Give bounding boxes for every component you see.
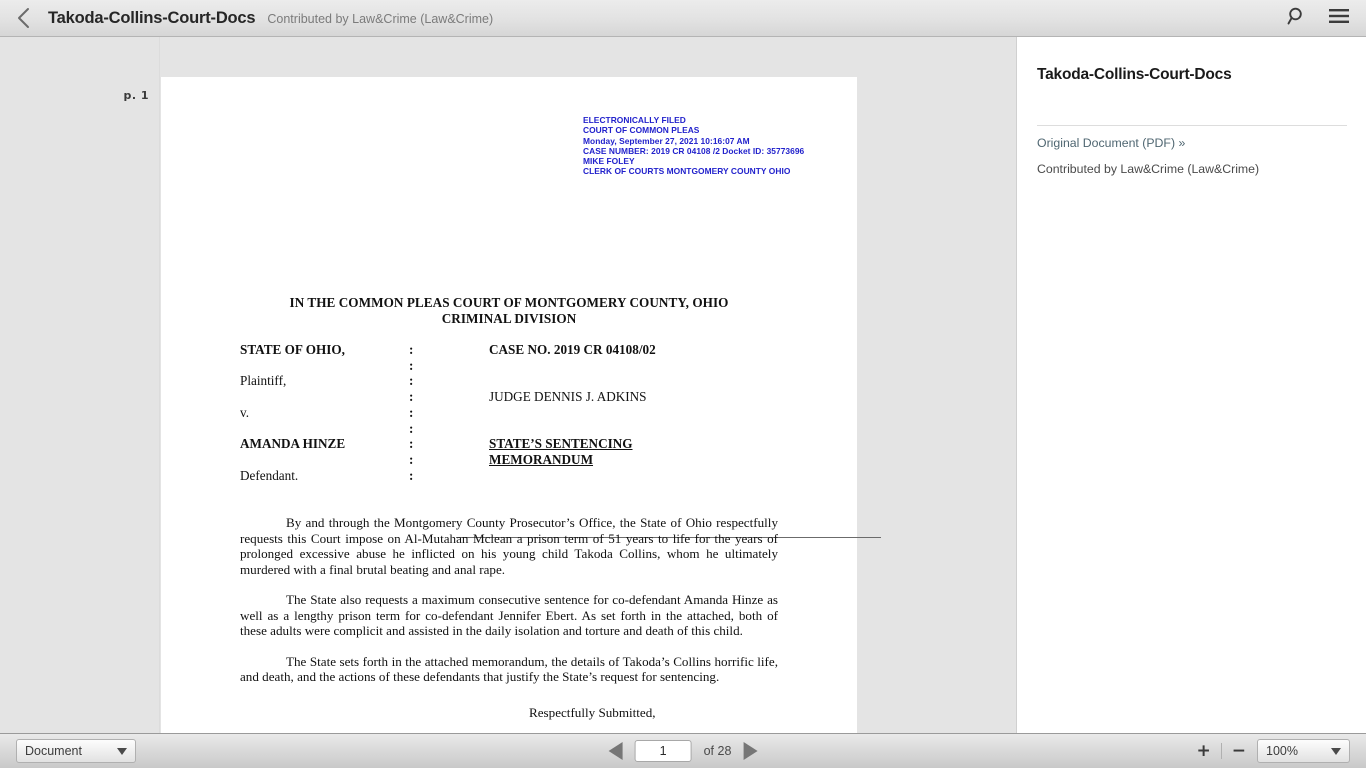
caption-defendant-party: AMANDA HINZE xyxy=(240,436,346,452)
sidebar-contributed-by: Contributed by Law&Crime (Law&Crime) xyxy=(1037,162,1260,176)
page-number-input[interactable] xyxy=(634,740,692,762)
caption-colon: : xyxy=(409,404,414,420)
document-mode-select[interactable]: Document xyxy=(16,739,136,763)
original-document-link[interactable]: Original Document (PDF) » xyxy=(1037,136,1185,150)
caption-spacer xyxy=(161,421,409,437)
caption-colon: : xyxy=(409,436,414,452)
search-button[interactable] xyxy=(1284,5,1310,31)
document-page: ELECTRONICALLY FILED COURT OF COMMON PLE… xyxy=(161,77,881,733)
page-number-label: p. 1 xyxy=(123,89,149,102)
case-caption: STATE OF OHIO, : CASE NO. 2019 CR 04108/… xyxy=(161,342,881,538)
caption-row: : xyxy=(161,358,857,374)
zoom-in-button[interactable]: + xyxy=(1197,742,1211,760)
caption-spacer xyxy=(161,389,409,405)
caption-row: AMANDA HINZE : STATE’S SENTENCING xyxy=(161,436,857,452)
zoom-level-value: 100% xyxy=(1266,744,1298,758)
caption-spacer xyxy=(489,373,857,389)
caption-colon: : xyxy=(409,357,414,373)
caption-row: STATE OF OHIO, : CASE NO. 2019 CR 04108/… xyxy=(161,342,857,358)
signature-closing: Respectfully Submitted, xyxy=(529,705,656,720)
court-heading: IN THE COMMON PLEAS COURT OF MONTGOMERY … xyxy=(161,295,857,326)
caption-defendant-role: Defendant. xyxy=(240,467,299,483)
hamburger-menu-icon xyxy=(1328,7,1350,30)
caption-plaintiff-role: Plaintiff, xyxy=(240,373,287,389)
previous-page-button[interactable] xyxy=(608,742,623,760)
signature-gap xyxy=(529,721,691,733)
caption-table: STATE OF OHIO, : CASE NO. 2019 CR 04108/… xyxy=(161,342,857,483)
zoom-out-button[interactable]: − xyxy=(1232,742,1246,760)
caption-plaintiff-party: STATE OF OHIO, xyxy=(240,342,345,357)
body-paragraph: The State sets forth in the attached mem… xyxy=(240,653,778,685)
caption-row: Plaintiff, : xyxy=(161,373,857,389)
chevron-down-icon xyxy=(117,747,127,755)
caption-row: : MEMORANDUM xyxy=(161,452,857,468)
zoom-separator xyxy=(1220,743,1222,759)
stamp-line-5: MIKE FOLEY xyxy=(583,156,635,167)
caption-spacer xyxy=(489,468,857,484)
court-heading-line-2: CRIMINAL DIVISION xyxy=(441,310,577,326)
sidebar-document-title: Takoda-Collins-Court-Docs xyxy=(1037,66,1232,83)
caption-spacer xyxy=(489,405,857,421)
body-paragraph: The State also requests a maximum consec… xyxy=(240,592,778,638)
caption-colon: : xyxy=(409,389,414,405)
caption-spacer xyxy=(161,452,409,468)
stamp-line-6: CLERK OF COURTS MONTGOMERY COUNTY OHIO xyxy=(583,166,791,177)
chevron-down-icon xyxy=(1331,747,1341,755)
header-contributed-by: Contributed by Law&Crime (Law&Crime) xyxy=(267,12,494,26)
stamp-line-3: Monday, September 27, 2021 10:16:07 AM xyxy=(583,135,750,146)
caption-colon: : xyxy=(409,467,414,483)
caption-colon: : xyxy=(409,451,414,467)
caption-spacer xyxy=(489,358,857,374)
court-heading-line-1: IN THE COMMON PLEAS COURT OF MONTGOMERY … xyxy=(289,295,729,310)
caption-judge: JUDGE DENNIS J. ADKINS xyxy=(489,389,647,405)
header-actions xyxy=(1284,5,1366,31)
next-page-button[interactable] xyxy=(743,742,758,760)
caption-row: v. : xyxy=(161,405,857,421)
app-header: Takoda-Collins-Court-Docs Contributed by… xyxy=(0,0,1366,37)
chevron-left-icon xyxy=(17,7,30,29)
caption-document-title-line-2: MEMORANDUM xyxy=(489,451,594,467)
caption-colon: : xyxy=(409,373,414,389)
document-body: By and through the Montgomery County Pro… xyxy=(240,515,778,700)
pagination-controls: of 28 xyxy=(608,740,758,762)
info-sidebar: Takoda-Collins-Court-Docs Original Docum… xyxy=(1016,37,1366,768)
caption-row: : xyxy=(161,421,857,437)
caption-row: Defendant. : xyxy=(161,468,857,484)
caption-colon: : xyxy=(409,342,414,357)
page-total-label: of 28 xyxy=(703,744,732,758)
body-paragraph: By and through the Montgomery County Pro… xyxy=(240,515,778,577)
back-button[interactable] xyxy=(0,0,46,36)
sidebar-divider xyxy=(1037,125,1347,126)
document-viewer[interactable]: p. 1 ELECTRONICALLY FILED COURT OF COMMO… xyxy=(0,37,1016,733)
stamp-line-1: ELECTRONICALLY FILED xyxy=(583,115,686,125)
caption-row: : JUDGE DENNIS J. ADKINS xyxy=(161,389,857,405)
caption-spacer xyxy=(489,421,857,437)
caption-colon: : xyxy=(409,420,414,436)
stamp-line-2: COURT OF COMMON PLEAS xyxy=(583,125,700,136)
electronic-filing-stamp: ELECTRONICALLY FILED COURT OF COMMON PLE… xyxy=(583,115,804,177)
zoom-controls: + − xyxy=(1197,742,1246,760)
viewer-toolbar: Document of 28 + − 100% xyxy=(0,733,1366,768)
menu-button[interactable] xyxy=(1326,5,1352,31)
signature-block: Respectfully Submitted, MATHIAS H. HECK,… xyxy=(529,705,691,733)
document-mode-value: Document xyxy=(25,744,82,758)
caption-document-title-line-1: STATE’S SENTENCING xyxy=(489,436,633,452)
search-icon xyxy=(1287,6,1307,31)
stamp-line-4: CASE NUMBER: 2019 CR 04108 /2 Docket ID:… xyxy=(583,145,805,156)
header-document-title: Takoda-Collins-Court-Docs xyxy=(48,8,256,27)
caption-case-number: CASE NO. 2019 CR 04108/02 xyxy=(489,342,656,357)
page-gutter: p. 1 xyxy=(0,37,160,733)
caption-versus: v. xyxy=(240,404,250,420)
zoom-level-select[interactable]: 100% xyxy=(1257,739,1350,763)
caption-spacer xyxy=(161,358,409,374)
